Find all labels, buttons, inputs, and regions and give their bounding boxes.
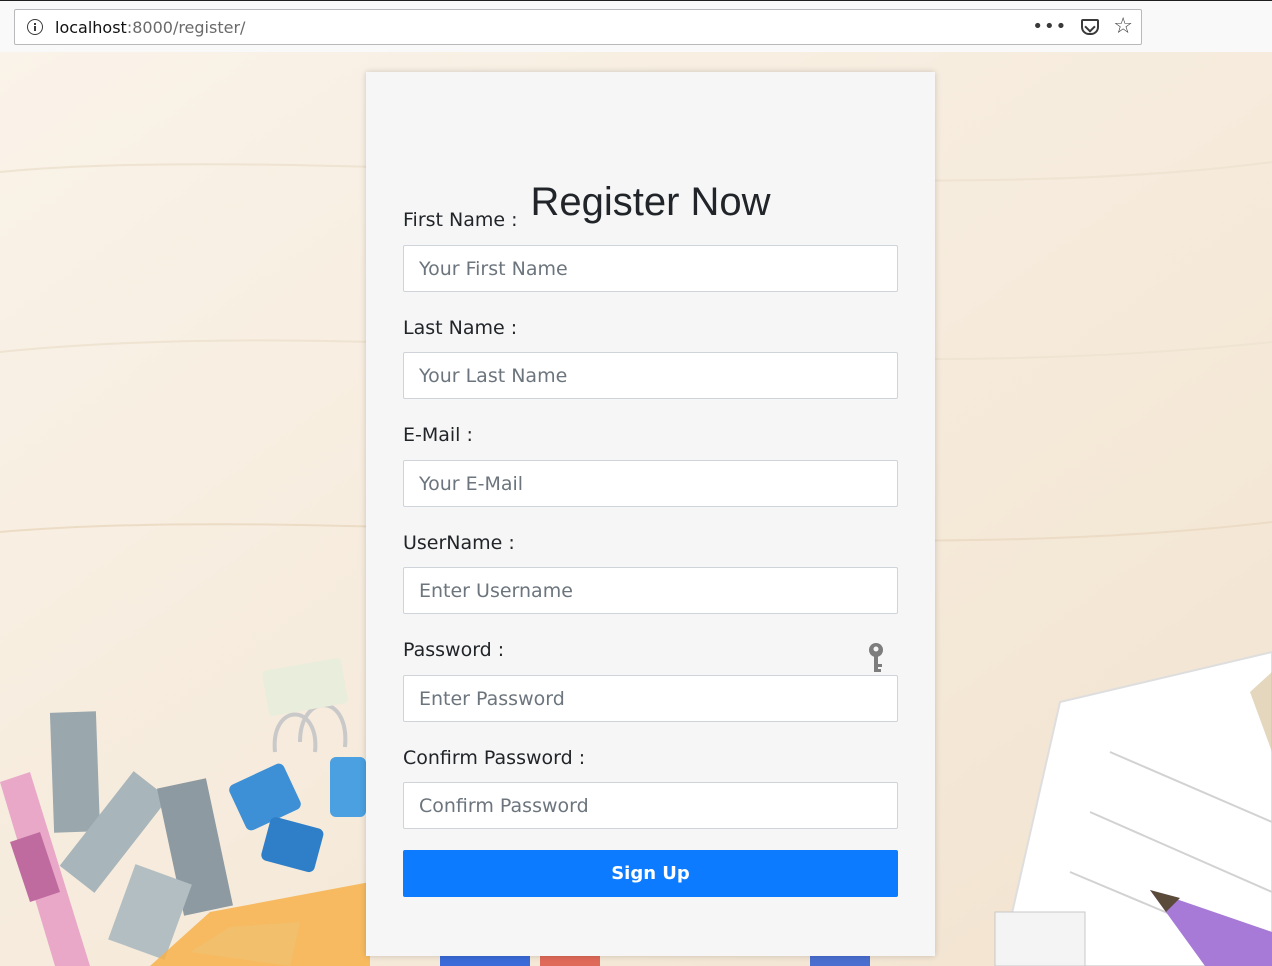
- username-label: UserName :: [403, 532, 515, 554]
- confirm-password-label: Confirm Password :: [403, 747, 586, 769]
- pocket-icon[interactable]: [1081, 19, 1100, 35]
- confirm-password-input[interactable]: [403, 782, 898, 829]
- browser-toolbar: localhost:8000/register/ ••• ☆: [0, 0, 1272, 52]
- email-label: E-Mail :: [403, 424, 473, 446]
- url-path: :8000/register/: [126, 17, 246, 37]
- key-icon[interactable]: [866, 642, 886, 674]
- address-bar-actions: ••• ☆: [1032, 10, 1133, 44]
- first-name-label: First Name :: [403, 209, 518, 231]
- first-name-input[interactable]: [403, 245, 898, 292]
- more-actions-icon[interactable]: •••: [1032, 18, 1067, 36]
- password-label: Password :: [403, 639, 505, 661]
- info-icon[interactable]: [27, 19, 43, 35]
- bookmark-star-icon[interactable]: ☆: [1113, 16, 1133, 38]
- address-bar[interactable]: localhost:8000/register/ ••• ☆: [14, 9, 1142, 45]
- username-input[interactable]: [403, 567, 898, 614]
- url-host: localhost: [55, 17, 127, 37]
- sign-up-button[interactable]: Sign Up: [403, 850, 898, 897]
- register-card: Register Now First Name : Last Name : E-…: [366, 72, 935, 956]
- email-input[interactable]: [403, 460, 898, 507]
- password-input[interactable]: [403, 675, 898, 722]
- last-name-input[interactable]: [403, 352, 898, 399]
- last-name-label: Last Name :: [403, 317, 518, 339]
